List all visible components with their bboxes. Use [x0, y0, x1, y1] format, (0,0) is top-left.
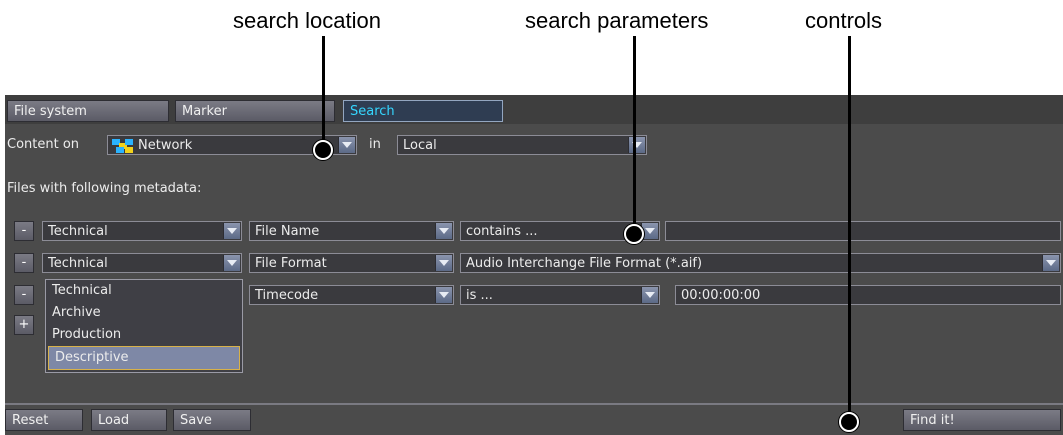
chevron-down-icon[interactable]	[223, 255, 240, 271]
chevron-down-icon[interactable]	[1042, 255, 1059, 271]
source-value: Network	[138, 138, 193, 153]
format-select[interactable]: Audio Interchange File Format (*.aif)	[460, 253, 1061, 273]
chevron-down-icon[interactable]	[628, 137, 645, 153]
chevron-down-icon[interactable]	[435, 255, 452, 271]
location-value: Local	[403, 138, 437, 153]
field-select[interactable]: File Format	[249, 253, 454, 273]
remove-row-button[interactable]: -	[14, 253, 34, 273]
reset-button[interactable]: Reset	[5, 409, 83, 431]
footer-divider	[5, 403, 1063, 405]
metadata-label: Files with following metadata:	[7, 181, 202, 196]
value-input[interactable]	[665, 221, 1061, 241]
operator-select[interactable]: is ...	[460, 285, 660, 305]
field-value: File Name	[255, 224, 320, 239]
callout-search-parameters: search parameters	[525, 8, 709, 33]
chevron-down-icon[interactable]	[223, 223, 240, 239]
callout-dot-location	[313, 140, 333, 160]
chevron-down-icon[interactable]	[641, 287, 658, 303]
add-row-button[interactable]: +	[14, 315, 34, 335]
category-select[interactable]: Technical	[42, 253, 242, 273]
leader-line-parameters	[633, 36, 636, 232]
callout-dot-parameters	[624, 224, 644, 244]
callout-search-location: search location	[233, 8, 381, 33]
chevron-down-icon[interactable]	[338, 137, 355, 153]
timecode-input[interactable]: 00:00:00:00	[675, 285, 1061, 305]
option-archive[interactable]: Archive	[46, 302, 242, 324]
callout-controls: controls	[805, 8, 883, 33]
remove-row-button[interactable]: -	[14, 221, 34, 241]
leader-line-controls	[848, 36, 851, 420]
chevron-down-icon[interactable]	[435, 223, 452, 239]
leader-line-location	[322, 36, 325, 148]
option-descriptive[interactable]: Descriptive	[48, 346, 240, 370]
category-value: Technical	[48, 256, 108, 271]
in-label: in	[369, 137, 381, 152]
content-on-label: Content on	[7, 137, 80, 152]
save-button[interactable]: Save	[173, 409, 251, 431]
tab-marker[interactable]: Marker	[175, 100, 335, 122]
field-value: File Format	[255, 256, 327, 271]
find-button[interactable]: Find it!	[903, 409, 1061, 431]
callout-dot-controls	[839, 412, 859, 432]
operator-value: contains ...	[466, 224, 538, 239]
network-icon	[112, 138, 134, 153]
category-value: Technical	[48, 224, 108, 239]
location-select[interactable]: Local	[397, 135, 647, 155]
option-production[interactable]: Production	[46, 324, 242, 346]
tab-search[interactable]: Search	[343, 100, 503, 122]
field-select[interactable]: Timecode	[249, 285, 454, 305]
field-select[interactable]: File Name	[249, 221, 454, 241]
chevron-down-icon[interactable]	[435, 287, 452, 303]
remove-row-button[interactable]: -	[14, 285, 34, 305]
category-select[interactable]: Technical	[42, 221, 242, 241]
field-value: Timecode	[255, 288, 319, 303]
format-value: Audio Interchange File Format (*.aif)	[466, 256, 703, 271]
option-technical[interactable]: Technical	[46, 280, 242, 302]
load-button[interactable]: Load	[91, 409, 167, 431]
search-panel: File system Marker Search Content on Net…	[5, 95, 1063, 435]
category-dropdown-list: Technical Archive Production Descriptive	[45, 279, 243, 373]
tab-file-system[interactable]: File system	[7, 100, 169, 122]
operator-value: is ...	[466, 288, 493, 303]
